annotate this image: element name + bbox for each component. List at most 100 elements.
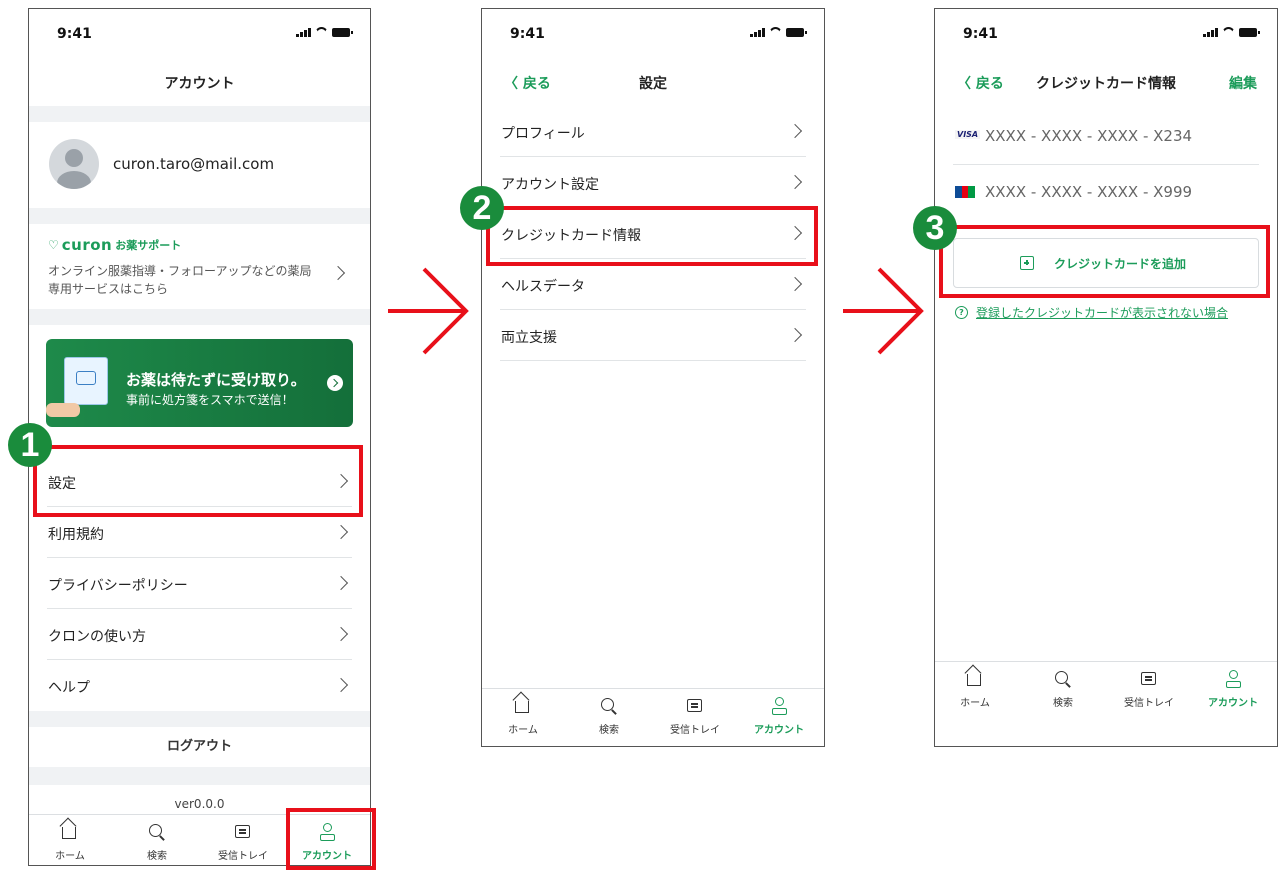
menu-item-health-data[interactable]: ヘルスデータ xyxy=(500,259,806,310)
pill-icon xyxy=(76,371,96,385)
visa-logo-icon: VISA xyxy=(955,130,981,139)
question-circle-icon: ? xyxy=(955,306,968,319)
help-link[interactable]: ? 登録したクレジットカードが表示されない場合 xyxy=(955,304,1228,321)
inbox-icon xyxy=(1141,672,1156,685)
chevron-right-icon xyxy=(787,276,803,292)
profile-row[interactable]: curon.taro@mail.com xyxy=(29,122,370,208)
jcb-logo-icon xyxy=(955,186,976,198)
section-divider xyxy=(29,711,370,727)
promo-banner[interactable]: お薬は待たずに受け取り。 事前に処方箋をスマホで送信！ xyxy=(46,339,353,427)
page-title: 設定 xyxy=(639,76,667,92)
support-description: オンライン服薬指導・フォローアップなどの薬局専用サービスはこちら xyxy=(48,264,312,296)
account-email: curon.taro@mail.com xyxy=(113,155,275,173)
step-badge-2: 2 xyxy=(460,186,504,230)
status-time: 9:41 xyxy=(510,26,545,42)
screen-account: 9:41 アカウント curon.taro@mail.com ♡ curon お… xyxy=(28,8,371,866)
status-icons xyxy=(296,27,353,37)
card-number: XXXX - XXXX - XXXX - X999 xyxy=(985,183,1193,201)
tab-account[interactable]: アカウント xyxy=(1203,670,1263,709)
chevron-right-icon xyxy=(787,123,803,139)
section-divider xyxy=(29,106,370,122)
chevron-right-icon xyxy=(333,626,349,642)
curon-logo: ♡ curon お薬サポート xyxy=(48,236,182,254)
battery-icon xyxy=(1239,28,1260,37)
chevron-right-icon xyxy=(333,524,349,540)
chevron-right-icon xyxy=(333,677,349,693)
highlight-settings xyxy=(33,445,363,517)
tab-inbox[interactable]: 受信トレイ xyxy=(213,823,273,862)
tab-home[interactable]: ホーム xyxy=(945,670,1005,709)
search-icon xyxy=(601,698,614,711)
hand-illustration xyxy=(46,349,112,417)
account-icon xyxy=(771,697,787,715)
card-item[interactable]: XXXX - XXXX - XXXX - X999 xyxy=(953,165,1259,221)
search-icon xyxy=(149,824,162,837)
section-divider xyxy=(29,767,370,785)
nav-bar: アカウント xyxy=(29,53,370,97)
battery-icon xyxy=(332,28,353,37)
arrow-right-icon xyxy=(843,267,924,355)
status-bar: 9:41 xyxy=(935,9,1277,49)
section-divider xyxy=(29,208,370,224)
home-icon xyxy=(515,701,529,713)
menu-item-privacy[interactable]: プライバシーポリシー xyxy=(47,558,352,609)
edit-button[interactable]: 編集 xyxy=(1229,73,1257,93)
status-icons xyxy=(1203,27,1260,37)
account-icon xyxy=(1225,670,1241,688)
banner-subline: 事前に処方箋をスマホで送信！ xyxy=(126,393,294,407)
menu-item-account-settings[interactable]: アカウント設定 xyxy=(500,157,806,208)
signal-icon xyxy=(1203,27,1218,37)
banner-arrow-icon xyxy=(327,375,343,391)
support-row[interactable]: ♡ curon お薬サポート オンライン服薬指導・フォローアップなどの薬局専用サ… xyxy=(29,224,370,309)
status-bar: 9:41 xyxy=(29,9,370,49)
wifi-icon xyxy=(315,27,328,37)
tab-search[interactable]: 検索 xyxy=(579,697,639,736)
card-item[interactable]: VISA XXXX - XXXX - XXXX - X234 xyxy=(953,109,1259,165)
status-time: 9:41 xyxy=(57,26,92,42)
tab-search[interactable]: 検索 xyxy=(127,823,187,862)
inbox-icon xyxy=(235,825,250,838)
tab-inbox[interactable]: 受信トレイ xyxy=(1119,670,1179,709)
highlight-credit-card xyxy=(486,206,818,266)
chevron-right-icon xyxy=(787,327,803,343)
wifi-icon xyxy=(1222,27,1235,37)
signal-icon xyxy=(296,27,311,37)
menu-item-work-support[interactable]: 両立支援 xyxy=(500,310,806,361)
menu-item-profile[interactable]: プロフィール xyxy=(500,106,806,157)
banner-headline: お薬は待たずに受け取り。 xyxy=(126,371,306,389)
nav-bar: 〈 戻る クレジットカード情報 編集 xyxy=(935,53,1277,97)
chevron-right-icon xyxy=(787,174,803,190)
avatar xyxy=(49,139,99,189)
step-badge-1: 1 xyxy=(8,423,52,467)
home-icon xyxy=(62,827,76,839)
inbox-icon xyxy=(687,699,702,712)
menu-item-help[interactable]: ヘルプ xyxy=(47,660,352,711)
menu-item-howto[interactable]: クロンの使い方 xyxy=(47,609,352,660)
status-time: 9:41 xyxy=(963,26,998,42)
signal-icon xyxy=(750,27,765,37)
heart-icon: ♡ xyxy=(48,238,59,252)
arrow-right-icon xyxy=(388,267,469,355)
status-icons xyxy=(750,27,807,37)
tab-inbox[interactable]: 受信トレイ xyxy=(665,697,725,736)
search-icon xyxy=(1055,671,1068,684)
wifi-icon xyxy=(769,27,782,37)
tab-search[interactable]: 検索 xyxy=(1033,670,1093,709)
card-number: XXXX - XXXX - XXXX - X234 xyxy=(985,127,1193,145)
tab-bar: ホーム 検索 受信トレイ アカウント xyxy=(482,688,824,746)
tab-home[interactable]: ホーム xyxy=(493,697,553,736)
screen-credit-card: 9:41 〈 戻る クレジットカード情報 編集 VISA XXXX - XXXX… xyxy=(934,8,1278,747)
nav-bar: 〈 戻る 設定 xyxy=(482,53,824,97)
battery-icon xyxy=(786,28,807,37)
tab-home[interactable]: ホーム xyxy=(40,823,100,862)
home-icon xyxy=(967,674,981,686)
chevron-right-icon xyxy=(333,575,349,591)
highlight-add-card xyxy=(939,225,1270,298)
logout-button[interactable]: ログアウト xyxy=(29,727,370,767)
screen-settings: 9:41 〈 戻る 設定 プロフィール アカウント設定 クレジットカード情報 ヘ… xyxy=(481,8,825,747)
page-title: クレジットカード情報 xyxy=(1036,76,1176,92)
tab-account[interactable]: アカウント xyxy=(749,697,809,736)
tab-bar: ホーム 検索 受信トレイ アカウント xyxy=(935,661,1277,722)
status-bar: 9:41 xyxy=(482,9,824,49)
section-divider xyxy=(29,309,370,325)
